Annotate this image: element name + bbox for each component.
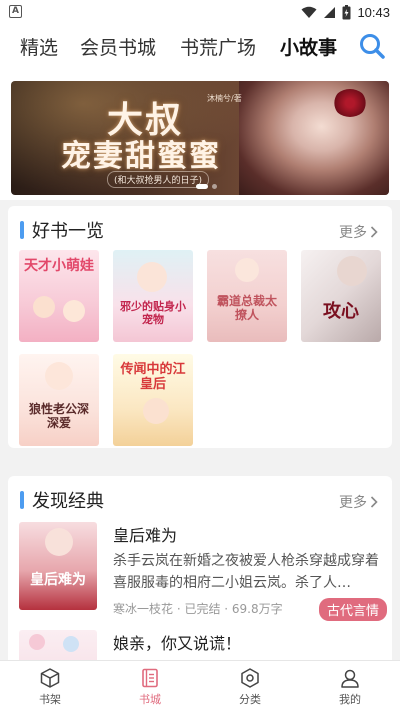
- good-books-section: 好书一览 更多 天才小萌娃 邪少的贴身小宠物 霸道总裁太撩人 攻心 狼性老公深深…: [8, 206, 392, 448]
- clock: 10:43: [357, 4, 390, 20]
- person-icon: [341, 669, 359, 688]
- search-icon: [360, 34, 385, 59]
- section-header: 发现经典: [20, 490, 104, 512]
- banner-author: 沐楠兮/著: [207, 94, 242, 103]
- discover-classics-section: 发现经典 更多 皇后难为 皇后难为 杀手云岚在新婚之夜被爱人枪杀穿越成穿着喜服服…: [8, 476, 392, 666]
- section-header: 好书一览: [20, 220, 104, 242]
- banner-title-line2: 宠妻甜蜜蜜: [61, 139, 221, 174]
- chevron-right-icon: [370, 496, 378, 508]
- book-cover[interactable]: 攻心: [301, 250, 381, 342]
- battery-icon: [342, 4, 351, 19]
- book-meta: 寒冰一枝花 · 已完结 · 69.8万字: [113, 602, 283, 616]
- nav-mine[interactable]: 我的: [320, 667, 380, 707]
- more-label: 更多: [339, 225, 367, 241]
- book-title: 娘亲，你又说谎！: [113, 634, 242, 653]
- banner-subtitle: (和大叔抢男人的日子): [107, 171, 210, 188]
- book-title: 皇后难为: [113, 526, 178, 545]
- signal-icon: [324, 6, 336, 18]
- app-notification-icon: A: [9, 5, 22, 18]
- banner-area: 大叔 沐楠兮/著 宠妻甜蜜蜜 (和大叔抢男人的日子): [0, 70, 400, 200]
- cover-title: 天才小萌娃: [24, 258, 94, 274]
- cover-title: 狼性老公深深爱: [28, 402, 89, 430]
- more-link[interactable]: 更多: [339, 222, 378, 242]
- tab-book-square[interactable]: 书荒广场: [180, 33, 256, 60]
- banner-illustration: [239, 81, 389, 195]
- status-icons: 10:43: [301, 3, 390, 21]
- cover-art: [137, 262, 167, 292]
- bottom-nav: 书架 书城 分类 我的: [0, 660, 400, 712]
- cover-art: [63, 300, 85, 322]
- nav-label: 分类: [239, 693, 261, 706]
- carousel-indicator: [196, 184, 217, 189]
- book-description: 杀手云岚在新婚之夜被爱人枪杀穿越成穿着喜服服毒的相府二小姐云岚。杀了人…: [113, 553, 379, 591]
- status-bar: A 10:43: [0, 0, 400, 24]
- cover-title: 霸道总裁太撩人: [216, 294, 277, 322]
- wifi-icon: [301, 6, 317, 18]
- cover-title: 皇后难为: [30, 572, 86, 588]
- tab-member-bookstore[interactable]: 会员书城: [80, 33, 156, 60]
- book-cover[interactable]: 邪少的贴身小宠物: [113, 250, 193, 342]
- rose-decoration: [333, 89, 367, 117]
- genre-tag: 古代言情: [318, 598, 387, 621]
- nav-bookshelf[interactable]: 书架: [20, 667, 80, 707]
- cover-art: [235, 258, 259, 282]
- nav-label: 书城: [139, 693, 161, 706]
- carousel-dot-active: [196, 184, 208, 189]
- book-cover[interactable]: 狼性老公深深爱: [19, 354, 99, 446]
- section-title: 好书一览: [32, 221, 104, 242]
- book-cover[interactable]: 霸道总裁太撩人: [207, 250, 287, 342]
- cover-title: 邪少的贴身小宠物: [120, 300, 186, 326]
- carousel-dot: [212, 184, 217, 189]
- cover-art: [63, 636, 79, 652]
- top-tab-bar: 精选 会员书城 书荒广场 小故事: [0, 24, 400, 70]
- tab-short-stories[interactable]: 小故事: [280, 33, 337, 60]
- search-button[interactable]: [358, 32, 386, 60]
- book-icon: [142, 668, 158, 688]
- nav-category[interactable]: 分类: [220, 667, 280, 707]
- chevron-right-icon: [370, 226, 378, 238]
- cover-title: 攻心: [323, 301, 359, 322]
- cover-title: 传闻中的江皇后: [120, 362, 186, 392]
- tab-jingxuan[interactable]: 精选: [20, 33, 58, 60]
- more-label: 更多: [339, 495, 367, 511]
- section-title: 发现经典: [32, 491, 104, 512]
- cover-art: [33, 296, 55, 318]
- more-link[interactable]: 更多: [339, 492, 378, 512]
- cover-art: [45, 528, 73, 556]
- banner-carousel[interactable]: 大叔 沐楠兮/著 宠妻甜蜜蜜 (和大叔抢男人的日子): [11, 81, 389, 195]
- cover-art: [29, 634, 45, 650]
- nav-bookstore[interactable]: 书城: [120, 667, 180, 707]
- cover-art: [45, 362, 73, 390]
- hexagon-icon: [241, 668, 259, 688]
- cover-art: [337, 256, 367, 286]
- book-cover[interactable]: 天才小萌娃: [19, 250, 99, 342]
- cover-art: [143, 398, 169, 424]
- section-accent-bar: [20, 491, 24, 509]
- nav-label: 书架: [39, 693, 61, 706]
- book-cover[interactable]: 传闻中的江皇后: [113, 354, 193, 446]
- section-accent-bar: [20, 221, 24, 239]
- book-cover: 皇后难为: [19, 522, 97, 610]
- list-item[interactable]: 皇后难为 皇后难为 杀手云岚在新婚之夜被爱人枪杀穿越成穿着喜服服毒的相府二小姐云…: [19, 522, 387, 621]
- box-icon: [40, 668, 60, 688]
- nav-label: 我的: [339, 693, 361, 706]
